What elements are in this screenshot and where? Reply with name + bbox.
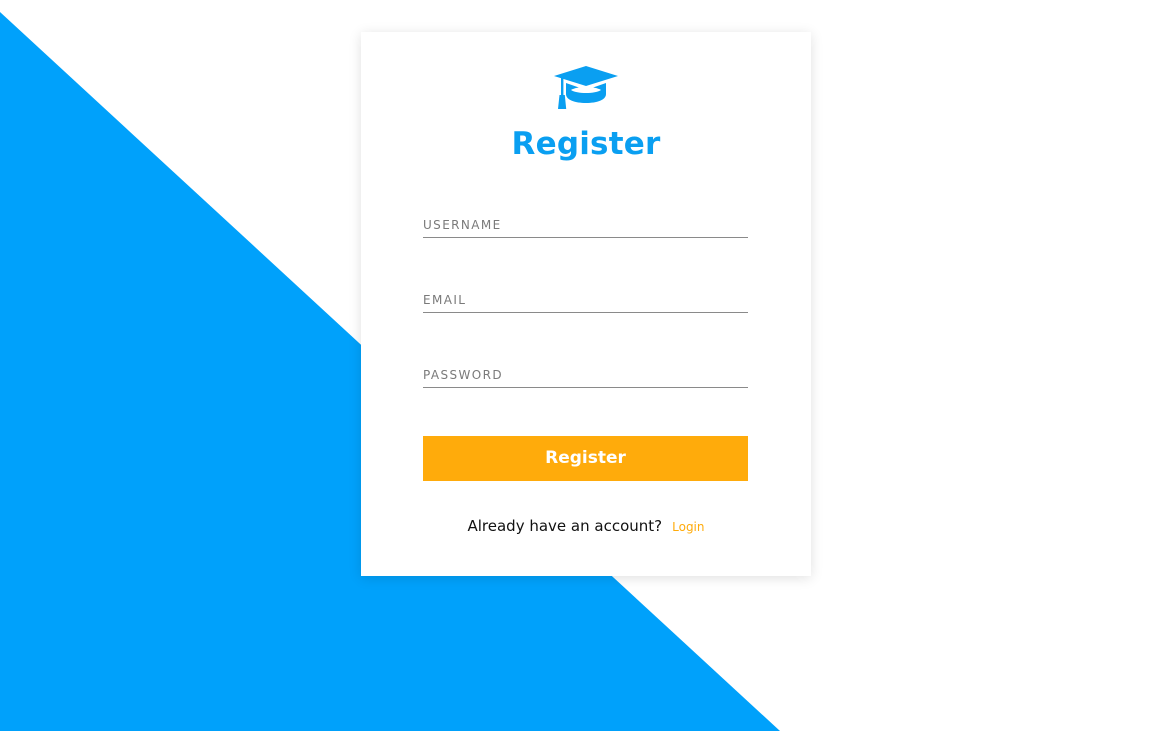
graduation-cap-icon — [554, 66, 618, 109]
register-button[interactable]: Register — [423, 436, 748, 481]
login-link[interactable]: Login — [672, 520, 704, 534]
username-field[interactable] — [423, 212, 748, 238]
already-have-account-text: Already have an account? — [467, 517, 663, 535]
email-field[interactable] — [423, 287, 748, 313]
login-prompt: Already have an account? Login — [361, 516, 811, 535]
email-input[interactable] — [423, 287, 748, 312]
password-input[interactable] — [423, 362, 748, 387]
page-title: Register — [511, 126, 661, 162]
username-input[interactable] — [423, 212, 748, 237]
password-field[interactable] — [423, 362, 748, 388]
register-card: Register Register Already have an accoun… — [361, 32, 811, 576]
page: Register Register Already have an accoun… — [0, 0, 1171, 731]
